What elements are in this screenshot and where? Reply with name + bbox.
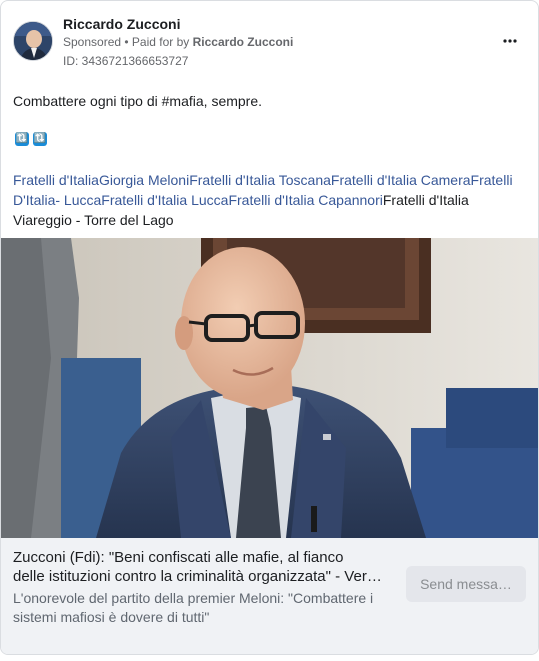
paid-for-label: Paid for by [131, 35, 193, 49]
avatar-portrait [14, 22, 52, 60]
post-header: Riccardo Zucconi Sponsored • Paid for by… [13, 13, 526, 71]
headline-line-1: Zucconi (Fdi): "Beni confiscati alle maf… [13, 549, 344, 566]
page-name[interactable]: Riccardo Zucconi [63, 16, 180, 32]
tag-links: Fratelli d'ItaliaGiorgia MeloniFratelli … [13, 170, 528, 230]
refresh-emoji-icon: 🔃 [15, 132, 29, 146]
ad-card: Riccardo Zucconi Sponsored • Paid for by… [0, 0, 539, 655]
separator-dot: • [121, 35, 132, 49]
portrait-photo [1, 238, 538, 538]
tag-link[interactable]: Fratelli d'Italia Camera [331, 172, 471, 188]
link-preview[interactable]: Zucconi (Fdi): "Beni confiscati alle maf… [1, 538, 538, 654]
ad-photo[interactable] [1, 238, 538, 538]
headline-line-2: delle istituzioni contro la criminalità … [13, 568, 388, 585]
send-message-button[interactable]: Send messa… [406, 566, 526, 602]
post-text: Combattere ogni tipo di #mafia, sempre. [13, 93, 263, 109]
sponsored-label: Sponsored [63, 35, 122, 49]
tag-link[interactable]: Fratelli d'Italia Capannori [228, 192, 382, 208]
tag-link[interactable]: Giorgia Meloni [99, 172, 189, 188]
tag-link[interactable]: Fratelli d'Italia Toscana [189, 172, 331, 188]
more-horizontal-icon [503, 39, 517, 43]
tag-link[interactable]: Fratelli d'Italia [13, 172, 99, 188]
tag-link[interactable]: Fratelli d'Italia Lucca [101, 192, 228, 208]
sponsored-line: Sponsored • Paid for by Riccardo Zucconi [63, 35, 293, 49]
more-options-button[interactable] [496, 31, 524, 51]
link-description: L'onorevole del partito della premier Me… [13, 590, 374, 625]
emoji-row: 🔃 🔃 [15, 132, 47, 146]
paid-for-name[interactable]: Riccardo Zucconi [193, 35, 294, 49]
link-headline[interactable]: Zucconi (Fdi): "Beni confiscati alle maf… [13, 548, 388, 586]
page-avatar[interactable] [13, 21, 53, 61]
ad-id: ID: 3436721366653727 [63, 54, 189, 68]
refresh-emoji-icon: 🔃 [33, 132, 47, 146]
